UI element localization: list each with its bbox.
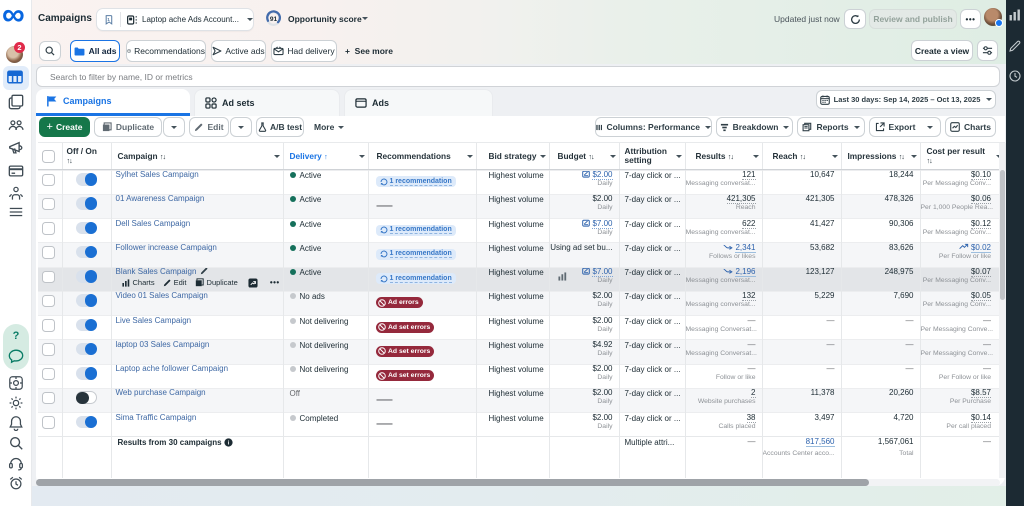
svg-text:91: 91 bbox=[270, 16, 278, 23]
svg-text:1: 1 bbox=[107, 17, 110, 23]
